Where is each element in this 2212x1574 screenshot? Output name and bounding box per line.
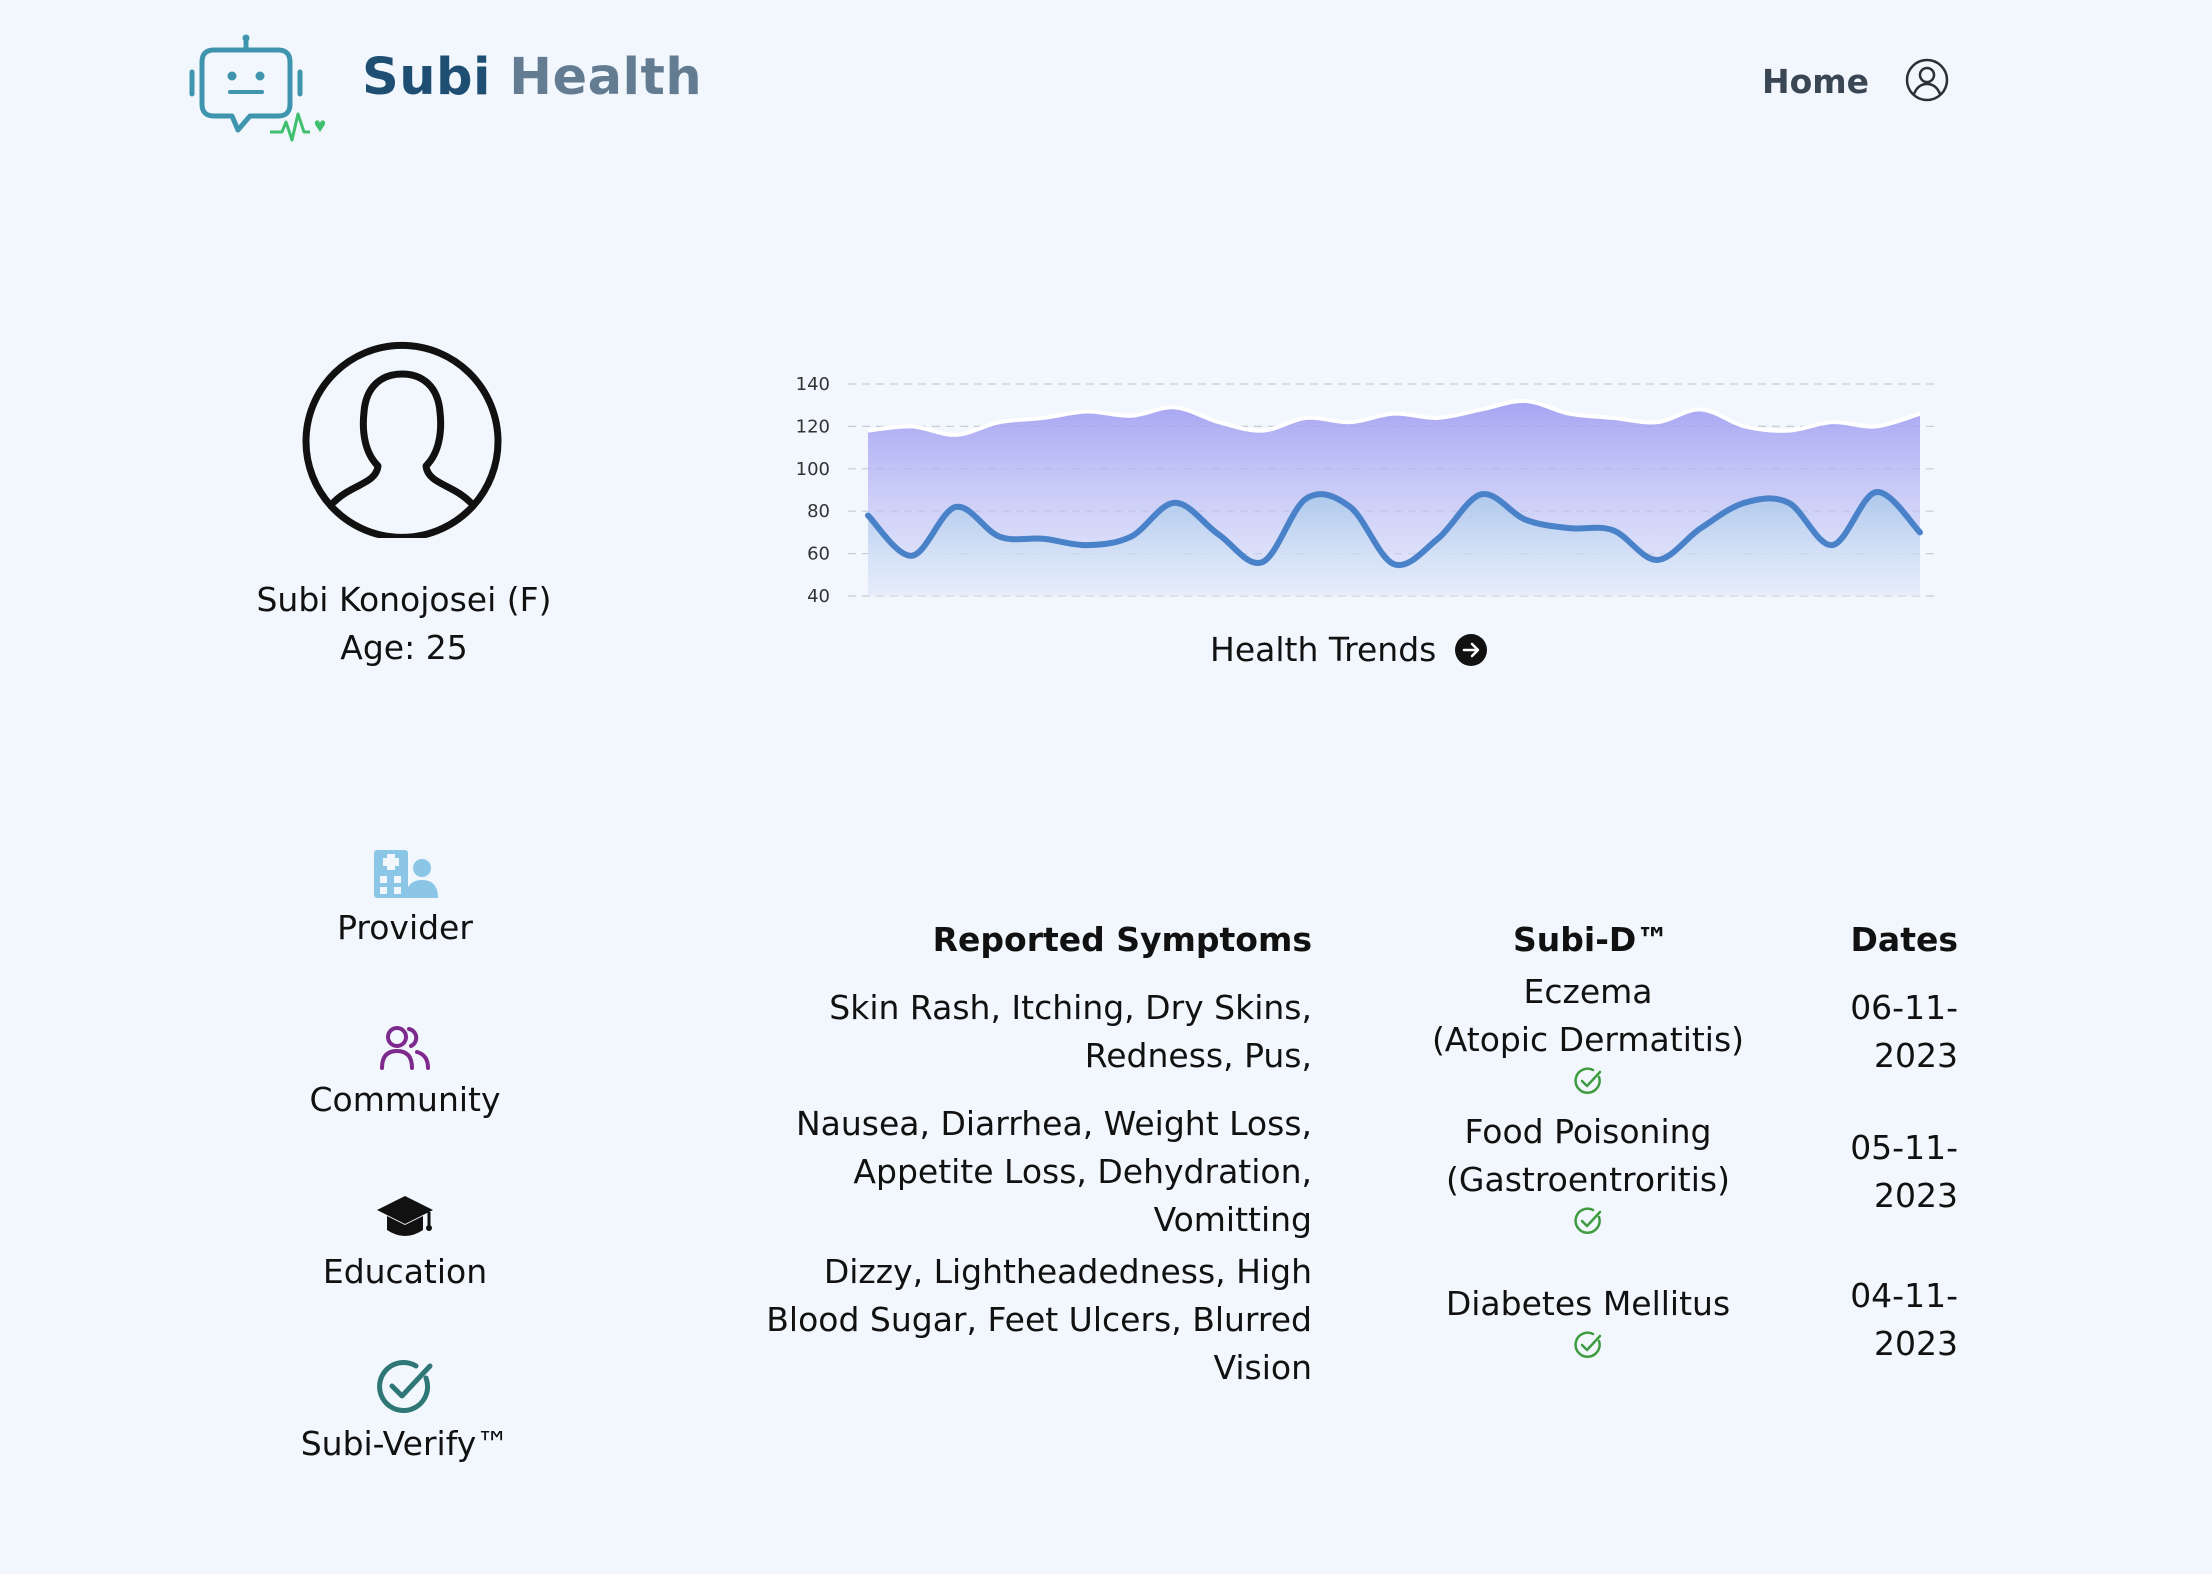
community-users-icon — [380, 1026, 430, 1070]
chart-y-tick-label: 140 — [796, 374, 830, 395]
health-trends-label: Health Trends — [1210, 630, 1437, 669]
diagnosis-line: Eczema — [1523, 972, 1653, 1011]
verified-check-icon — [1574, 1331, 1602, 1358]
diagnosis-row-2: Food Poisoning (Gastroentroritis) — [1388, 1108, 1788, 1236]
brand-part-1: Subi — [362, 48, 492, 107]
home-link[interactable]: Home — [1762, 62, 1869, 101]
header-subi-d: Subi-D™ — [1513, 920, 1670, 959]
health-chart: 140 120 100 80 60 40 — [780, 360, 1960, 615]
diagnosis-line: Diabetes Mellitus — [1445, 1284, 1731, 1323]
nav-community[interactable]: Community — [260, 1010, 550, 1119]
health-trends-link[interactable]: Health Trends — [1210, 630, 1488, 669]
nav-provider[interactable]: Provider — [260, 838, 550, 947]
symptoms-line: Vision — [1213, 1348, 1312, 1387]
chart-y-tick-label: 40 — [807, 586, 830, 607]
chart-y-tick-label: 120 — [796, 416, 830, 437]
symptoms-line: Nausea, Diarrhea, Weight Loss, — [795, 1104, 1312, 1143]
header-dates: Dates — [1850, 920, 1958, 959]
patient-age: Age: 25 — [340, 628, 468, 667]
chart-y-tick-label: 100 — [796, 459, 830, 480]
brand-part-2: Health — [509, 48, 703, 107]
diagnosis-row-3: Diabetes Mellitus — [1388, 1280, 1788, 1360]
check-circle-icon — [377, 1360, 433, 1413]
nav-subi-verify-label: Subi-Verify™ — [300, 1424, 510, 1463]
symptoms-row-2: Nausea, Diarrhea, Weight Loss, Appetite … — [752, 1100, 1312, 1244]
user-account-icon[interactable] — [1905, 58, 1949, 102]
diagnosis-line: (Gastroentroritis) — [1446, 1160, 1730, 1199]
header-reported-symptoms: Reported Symptoms — [932, 920, 1312, 959]
symptoms-line: Appetite Loss, Dehydration, — [853, 1152, 1312, 1191]
symptoms-line: Skin Rash, Itching, Dry Skins, — [829, 988, 1312, 1027]
date-row-1: 06-11- 2023 — [1838, 984, 1958, 1080]
chart-y-tick-label: 60 — [807, 544, 830, 565]
date-line: 2023 — [1874, 1176, 1958, 1215]
nav-community-label: Community — [309, 1080, 501, 1119]
brand-title: Subi Health — [362, 48, 702, 107]
date-line: 05-11- — [1850, 1128, 1958, 1167]
graduation-cap-icon — [377, 1196, 433, 1236]
date-line: 06-11- — [1850, 988, 1958, 1027]
symptoms-row-1: Skin Rash, Itching, Dry Skins, Redness, … — [752, 984, 1312, 1080]
diagnosis-row-1: Eczema (Atopic Dermatitis) — [1388, 968, 1788, 1096]
symptoms-line: Dizzy, Lightheadedness, High — [823, 1252, 1312, 1291]
verified-check-icon — [1574, 1207, 1602, 1234]
date-row-2: 05-11- 2023 — [1838, 1124, 1958, 1220]
nav-provider-label: Provider — [337, 908, 473, 947]
symptoms-line: Redness, Pus, — [1084, 1036, 1312, 1075]
symptoms-line: Blood Sugar, Feet Ulcers, Blurred — [766, 1300, 1312, 1339]
date-line: 2023 — [1874, 1324, 1958, 1363]
logo-icon — [188, 34, 328, 146]
nav-subi-verify[interactable]: Subi-Verify™ — [260, 1354, 550, 1463]
symptoms-row-3: Dizzy, Lightheadedness, High Blood Sugar… — [752, 1248, 1312, 1392]
nav-education-label: Education — [322, 1252, 488, 1291]
chart-y-tick-label: 80 — [807, 501, 830, 522]
date-line: 04-11- — [1850, 1276, 1958, 1315]
hospital-provider-icon — [374, 850, 438, 898]
nav-education[interactable]: Education — [260, 1182, 550, 1291]
patient-name: Subi Konojosei (F) — [256, 580, 552, 619]
user-avatar-icon — [300, 334, 504, 541]
verified-check-icon — [1574, 1067, 1602, 1094]
date-line: 2023 — [1874, 1036, 1958, 1075]
arrow-right-circle-icon[interactable] — [1454, 633, 1488, 667]
symptoms-line: Vomitting — [1153, 1200, 1312, 1239]
date-row-3: 04-11- 2023 — [1838, 1272, 1958, 1368]
diagnosis-line: (Atopic Dermatitis) — [1431, 1020, 1745, 1059]
diagnosis-line: Food Poisoning — [1464, 1112, 1712, 1151]
